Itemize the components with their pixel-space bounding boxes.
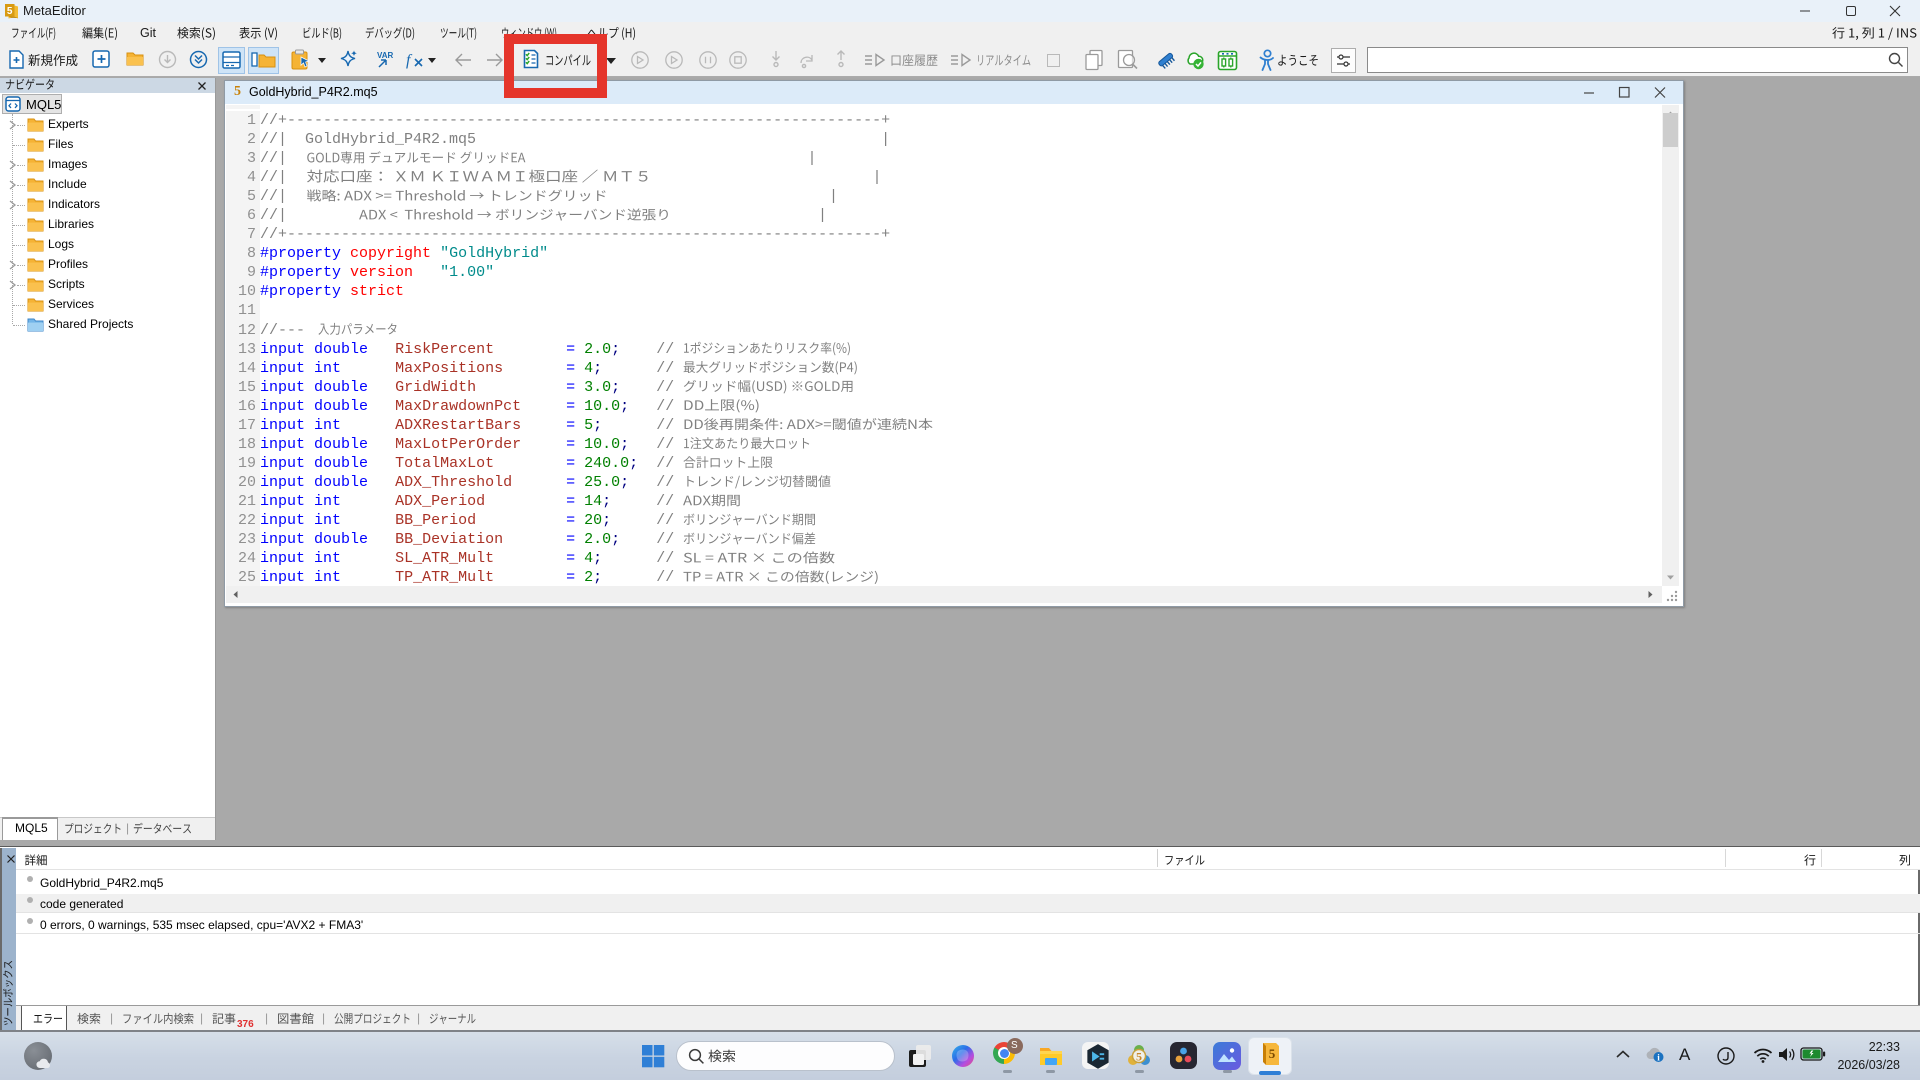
svg-text:5: 5: [7, 6, 13, 17]
svg-text:5: 5: [1136, 1050, 1142, 1064]
svg-text:5: 5: [1269, 1046, 1276, 1061]
svg-text:f: f: [406, 52, 413, 69]
svg-text:VAR: VAR: [377, 51, 394, 60]
